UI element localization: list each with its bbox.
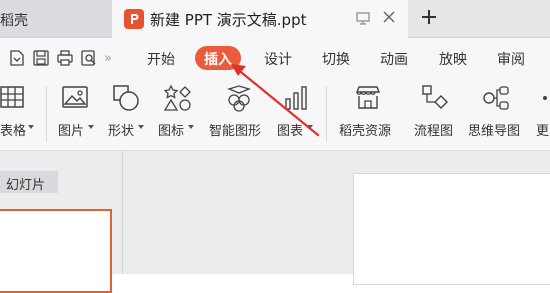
slide-canvas[interactable] — [353, 173, 550, 285]
ribbon-table-button[interactable]: 表格 — [0, 78, 40, 148]
print-icon[interactable] — [56, 49, 74, 67]
menu-transition[interactable]: 切换 — [322, 49, 350, 69]
chevron-down-icon — [28, 125, 34, 129]
menu-insert[interactable]: 插入 — [195, 46, 241, 70]
ribbon-flowchart-button[interactable]: 流程图 — [411, 78, 459, 148]
ribbon-flowchart-label: 流程图 — [414, 124, 454, 139]
export-pdf-icon[interactable] — [8, 49, 26, 67]
ribbon-docer-resources-button[interactable]: 稻壳资源 — [337, 78, 399, 148]
print-preview-icon[interactable] — [80, 49, 98, 67]
picture-icon — [62, 86, 88, 108]
tab-label: 新建 PPT 演示文稿.ppt — [150, 11, 307, 29]
menu-slideshow[interactable]: 放映 — [439, 49, 467, 69]
slide-canvas-area — [123, 151, 550, 285]
slide-thumbnail[interactable] — [0, 209, 112, 293]
tab-docer[interactable]: 稻壳 — [0, 0, 112, 37]
tab-active-document[interactable]: 新建 PPT 演示文稿.ppt — [112, 0, 408, 38]
menu-design[interactable]: 设计 — [264, 49, 292, 69]
ribbon-table-label: 表格 — [0, 124, 27, 139]
ribbon-divider — [326, 86, 327, 142]
ribbon-chart-label: 图表 — [277, 124, 304, 139]
icons-icon — [164, 84, 191, 111]
ribbon-more-button[interactable]: 更 — [534, 78, 550, 148]
chevron-down-icon — [88, 125, 94, 129]
menu-animation[interactable]: 动画 — [380, 49, 408, 69]
store-icon — [355, 86, 381, 109]
save-icon[interactable] — [32, 49, 50, 67]
tab-bar: 稻壳 新建 PPT 演示文稿.ppt — [0, 0, 550, 38]
more-quick-actions-button[interactable]: » — [104, 51, 112, 66]
slides-panel: 幻灯片 — [0, 151, 123, 293]
menu-insert-label: 插入 — [204, 52, 232, 68]
menu-bar: » 开始 插入 设计 切换 动画 放映 审阅 — [0, 38, 550, 78]
tab-slides[interactable]: 幻灯片 — [0, 171, 58, 193]
ribbon-docer-resources-label: 稻壳资源 — [339, 124, 392, 139]
ribbon-picture-button[interactable]: 图片 — [55, 78, 100, 148]
table-icon — [0, 86, 24, 108]
chart-icon — [285, 86, 307, 110]
chevron-down-icon — [138, 125, 144, 129]
monitor-icon[interactable] — [356, 11, 370, 25]
ribbon-chart-button[interactable]: 图表 — [275, 78, 320, 148]
menu-review[interactable]: 审阅 — [497, 49, 525, 69]
chevron-down-icon — [307, 125, 313, 129]
shapes-icon — [113, 85, 139, 111]
workspace: 幻灯片 — [0, 151, 550, 293]
insert-ribbon: 表格 图片 形状 图标 智能图形 图表 稻壳资源 流程图 思维导图 更 — [0, 78, 550, 151]
ribbon-icons-label: 图标 — [158, 124, 185, 139]
ribbon-shapes-button[interactable]: 形状 — [105, 78, 150, 148]
new-tab-icon[interactable] — [420, 8, 438, 26]
ribbon-more-label: 更 — [536, 124, 550, 139]
smartart-icon — [227, 85, 251, 112]
chevron-down-icon — [188, 125, 194, 129]
ribbon-divider — [46, 86, 47, 142]
ribbon-icons-button[interactable]: 图标 — [156, 78, 204, 148]
mindmap-icon — [483, 86, 509, 110]
ribbon-smartart-label: 智能图形 — [209, 124, 262, 139]
close-icon[interactable] — [382, 10, 396, 24]
more-icon — [543, 96, 547, 100]
tab-label: 稻壳 — [0, 13, 28, 29]
ribbon-shapes-label: 形状 — [108, 124, 135, 139]
ribbon-mindmap-label: 思维导图 — [468, 124, 521, 139]
ppt-file-icon — [124, 9, 144, 29]
menu-start[interactable]: 开始 — [147, 49, 175, 69]
tab-slides-label: 幻灯片 — [6, 178, 46, 193]
ribbon-smartart-button[interactable]: 智能图形 — [207, 78, 269, 148]
ribbon-mindmap-button[interactable]: 思维导图 — [466, 78, 528, 148]
ribbon-picture-label: 图片 — [58, 124, 85, 139]
flowchart-icon — [422, 85, 448, 109]
